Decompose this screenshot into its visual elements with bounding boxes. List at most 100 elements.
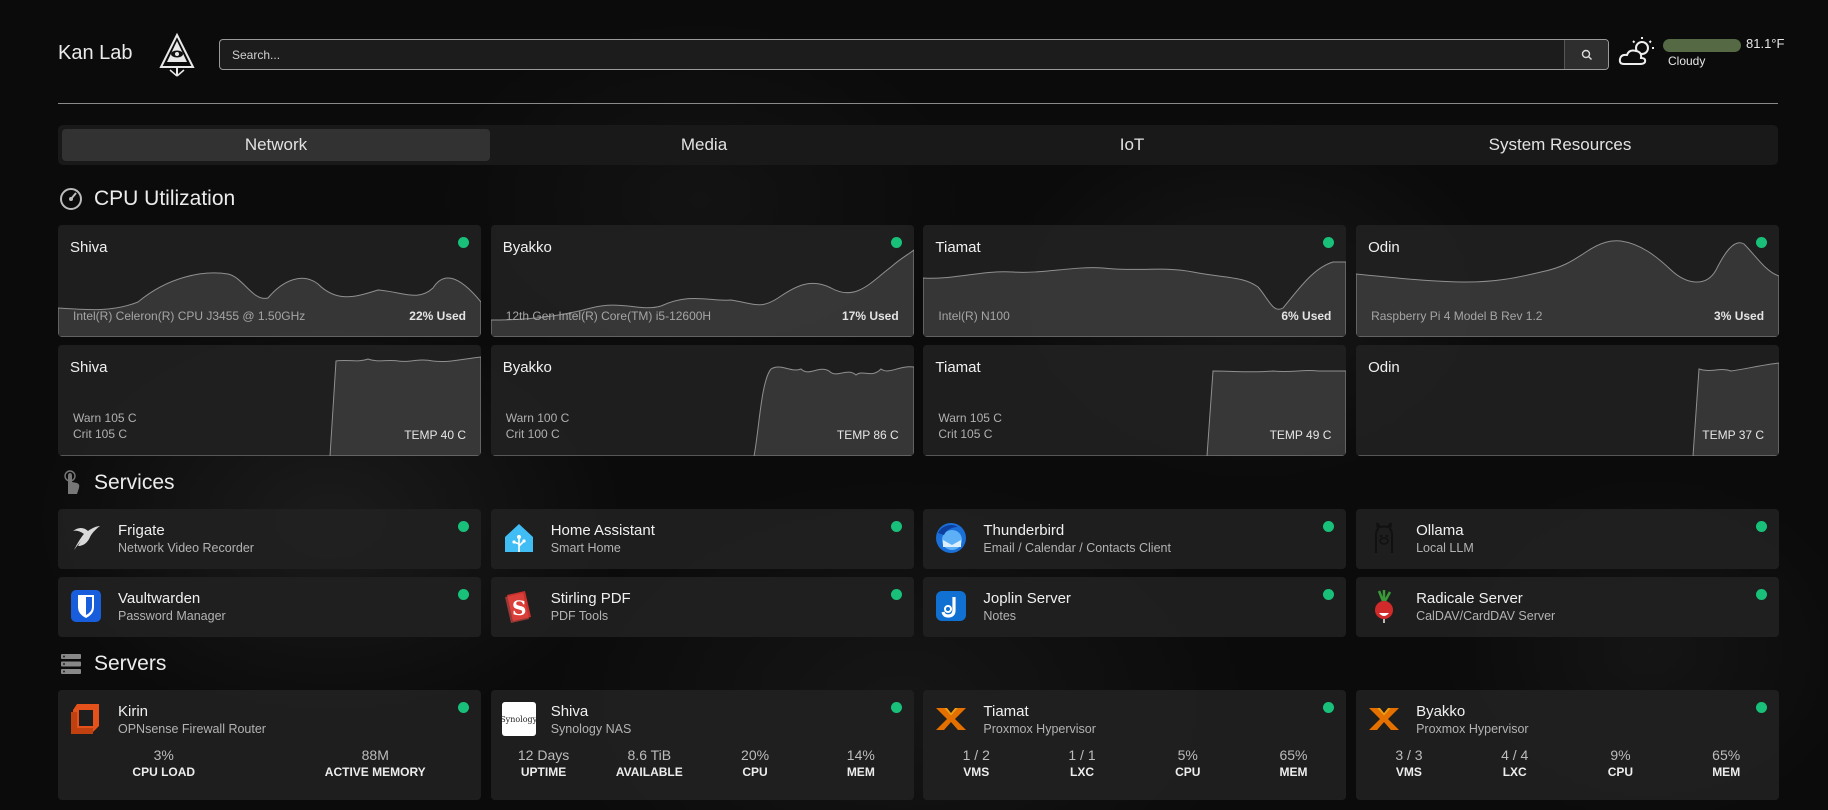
status-indicator bbox=[1756, 237, 1768, 248]
search-input[interactable] bbox=[220, 40, 1560, 69]
joplin-icon bbox=[934, 589, 968, 623]
service-card-vaultwarden[interactable]: Vaultwarden Password Manager bbox=[58, 577, 481, 637]
service-card-stirling-pdf[interactable]: S Stirling PDF PDF Tools bbox=[490, 577, 914, 637]
server-description: Synology NAS bbox=[550, 722, 632, 736]
service-card-home-assistant[interactable]: Home Assistant Smart Home bbox=[490, 509, 914, 569]
status-indicator bbox=[458, 589, 469, 600]
tab-system-resources[interactable]: System Resources bbox=[1346, 129, 1774, 161]
stat-value: 65% bbox=[1712, 747, 1741, 763]
stat-vms: 1 / 2 VMS bbox=[931, 747, 1021, 779]
service-description: Password Manager bbox=[118, 609, 226, 623]
servers-grid: Kirin OPNsense Firewall Router 3% CPU LOA… bbox=[58, 690, 1780, 800]
stat-label: MEM bbox=[1712, 765, 1741, 779]
current-temperature: TEMP 86 C bbox=[836, 428, 899, 442]
temp-card-tiamat[interactable]: Tiamat Warn 105 C Crit 105 C TEMP 49 C bbox=[923, 345, 1347, 456]
weather-temperature: 81.1°F bbox=[1746, 36, 1785, 51]
service-description: Email / Calendar / Contacts Client bbox=[983, 541, 1171, 555]
stat-cpu: 5% CPU bbox=[1143, 747, 1233, 779]
cpu-usage: 3% Used bbox=[1714, 309, 1765, 323]
stirling-pdf-icon: S bbox=[502, 589, 536, 623]
home-assistant-icon bbox=[502, 521, 536, 555]
stat-vms: 3 / 3 VMS bbox=[1364, 747, 1454, 779]
temp-card-shiva[interactable]: Shiva Warn 105 C Crit 105 C TEMP 40 C bbox=[58, 345, 481, 456]
server-description: Proxmox Hypervisor bbox=[983, 722, 1096, 736]
service-description: CalDAV/CardDAV Server bbox=[1416, 609, 1556, 623]
stat-value: 12 Days bbox=[517, 747, 570, 763]
host-name: Byakko bbox=[502, 359, 552, 376]
warn-threshold: Warn 105 C bbox=[73, 411, 137, 425]
stat-label: MEM bbox=[846, 765, 875, 779]
stat-value: 1 / 2 bbox=[962, 747, 990, 763]
proxmox-icon bbox=[1367, 702, 1401, 736]
cpu-card-shiva[interactable]: Shiva Intel(R) Celeron(R) CPU J3455 @ 1.… bbox=[58, 225, 481, 337]
temp-thresholds: Warn 100 C Crit 100 C bbox=[506, 410, 570, 442]
tab-bar: Network Media IoT System Resources bbox=[58, 125, 1778, 165]
service-card-frigate[interactable]: Frigate Network Video Recorder bbox=[58, 509, 481, 569]
status-indicator bbox=[890, 521, 902, 532]
stat-value: 14% bbox=[846, 747, 875, 763]
tab-iot[interactable]: IoT bbox=[918, 129, 1346, 161]
server-stats: 3% CPU LOAD 88M ACTIVE MEMORY bbox=[58, 747, 481, 779]
thunderbird-icon bbox=[934, 521, 968, 555]
cpu-usage: 22% Used bbox=[409, 309, 466, 323]
service-card-radicale[interactable]: Radicale Server CalDAV/CardDAV Server bbox=[1356, 577, 1780, 637]
service-card-ollama[interactable]: Ollama Local LLM bbox=[1356, 509, 1780, 569]
radicale-radish-icon bbox=[1367, 589, 1401, 623]
service-name: Thunderbird bbox=[983, 522, 1065, 539]
status-indicator bbox=[890, 589, 902, 600]
cpu-card-tiamat[interactable]: Tiamat Intel(R) N100 6% Used bbox=[923, 225, 1347, 337]
service-name: Frigate bbox=[118, 522, 165, 539]
status-indicator bbox=[890, 237, 902, 248]
status-indicator bbox=[1323, 589, 1335, 600]
stat-label: CPU LOAD bbox=[132, 765, 196, 779]
status-indicator bbox=[458, 237, 469, 248]
server-rack-icon bbox=[58, 651, 84, 677]
host-name: Odin bbox=[1368, 239, 1400, 256]
server-card-tiamat[interactable]: Tiamat Proxmox Hypervisor 1 / 2 VMS 1 / 1… bbox=[923, 690, 1347, 800]
service-card-joplin[interactable]: Joplin Server Notes bbox=[923, 577, 1347, 637]
service-name: Radicale Server bbox=[1416, 590, 1523, 607]
speedometer-icon bbox=[58, 186, 84, 212]
host-name: Byakko bbox=[502, 239, 552, 256]
temp-card-odin[interactable]: Odin TEMP 37 C bbox=[1356, 345, 1780, 456]
frigate-bird-icon bbox=[69, 521, 103, 555]
service-card-thunderbird[interactable]: Thunderbird Email / Calendar / Contacts … bbox=[923, 509, 1347, 569]
cpu-card-byakko[interactable]: Byakko 12th Gen Intel(R) Core(TM) i5-126… bbox=[490, 225, 914, 337]
ollama-llama-icon bbox=[1367, 521, 1401, 555]
stat-value: 1 / 1 bbox=[1068, 747, 1096, 763]
cpu-usage-grid: Shiva Intel(R) Celeron(R) CPU J3455 @ 1.… bbox=[58, 225, 1780, 337]
weather-widget[interactable]: 81.1°F Cloudy bbox=[1618, 32, 1788, 76]
stat-label: MEM bbox=[1279, 765, 1308, 779]
cpu-section-title: CPU Utilization bbox=[58, 186, 235, 212]
tab-network[interactable]: Network bbox=[62, 129, 490, 161]
host-name: Shiva bbox=[70, 239, 108, 256]
stat-value: 3% bbox=[153, 747, 174, 763]
stat-value: 3 / 3 bbox=[1395, 747, 1423, 763]
server-card-kirin[interactable]: Kirin OPNsense Firewall Router 3% CPU LOA… bbox=[58, 690, 481, 800]
service-name: Home Assistant bbox=[550, 522, 655, 539]
services-grid: Frigate Network Video Recorder Home Assi… bbox=[58, 509, 1780, 637]
svg-text:S: S bbox=[512, 596, 526, 620]
cpu-model: Raspberry Pi 4 Model B Rev 1.2 bbox=[1371, 309, 1543, 323]
header-divider bbox=[58, 103, 1778, 104]
search-button[interactable] bbox=[1564, 40, 1608, 69]
tab-media[interactable]: Media bbox=[490, 129, 918, 161]
section-title-text: Services bbox=[94, 471, 175, 494]
services-section-title: Services bbox=[58, 470, 175, 496]
server-name: Byakko bbox=[1416, 703, 1466, 720]
stat-available: 8.6 TiB AVAILABLE bbox=[604, 747, 694, 779]
header: Kan Lab 81.1°F bbox=[58, 30, 1784, 82]
stat-cpu: 9% CPU bbox=[1575, 747, 1665, 779]
cpu-card-odin[interactable]: Odin Raspberry Pi 4 Model B Rev 1.2 3% U… bbox=[1356, 225, 1780, 337]
stat-value: 4 / 4 bbox=[1501, 747, 1529, 763]
server-card-byakko[interactable]: Byakko Proxmox Hypervisor 3 / 3 VMS 4 / 4… bbox=[1356, 690, 1780, 800]
cpu-usage: 6% Used bbox=[1281, 309, 1332, 323]
host-name: Tiamat bbox=[935, 359, 981, 376]
stat-value: 88M bbox=[361, 747, 389, 763]
status-indicator bbox=[1323, 521, 1335, 532]
stat-label: ACTIVE MEMORY bbox=[324, 765, 426, 779]
temp-card-byakko[interactable]: Byakko Warn 100 C Crit 100 C TEMP 86 C bbox=[490, 345, 914, 456]
server-card-shiva[interactable]: Synology Shiva Synology NAS 12 Days UPTIM… bbox=[490, 690, 914, 800]
status-indicator bbox=[1756, 589, 1768, 600]
search-box bbox=[219, 39, 1609, 70]
